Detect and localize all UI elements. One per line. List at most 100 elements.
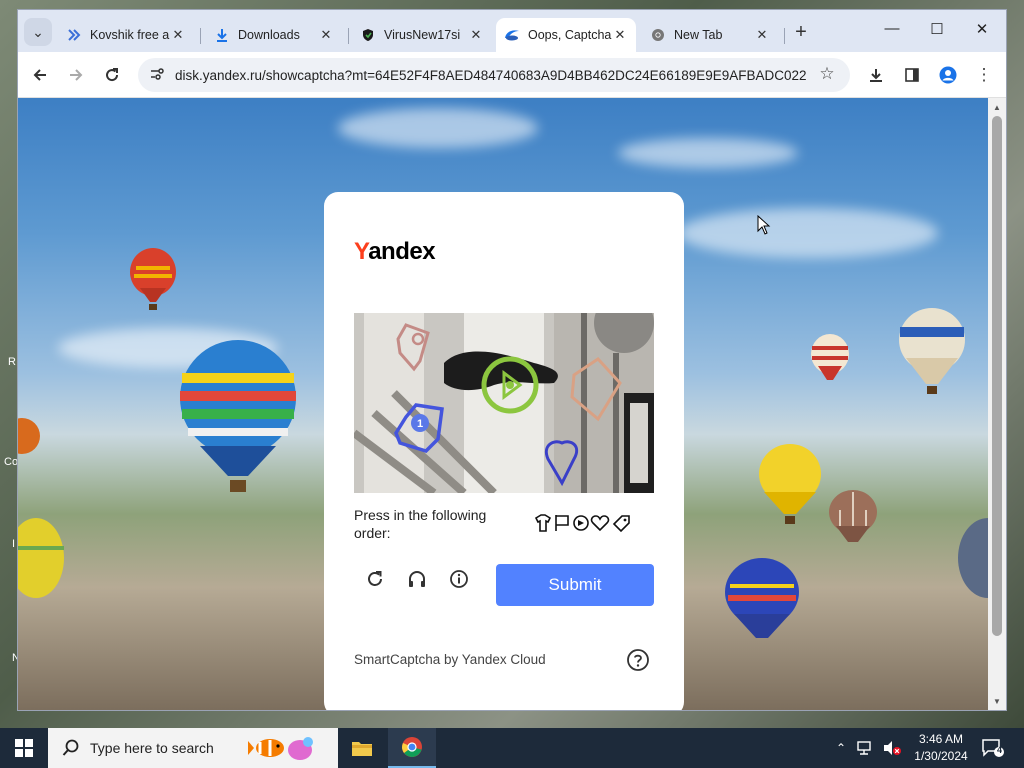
close-icon[interactable]: ✕: [468, 27, 484, 43]
audio-captcha-button[interactable]: [402, 564, 432, 594]
action-center-button[interactable]: 4: [982, 738, 1004, 758]
profile-button[interactable]: [935, 62, 961, 88]
order-badge-number: 1: [417, 418, 423, 430]
address-bar[interactable]: disk.yandex.ru/showcaptcha?mt=64E52F4F8A…: [138, 58, 850, 92]
captcha-card: Yandex 1 Press in the following order: S…: [324, 192, 684, 710]
tab-search-button[interactable]: ⌄: [24, 18, 52, 46]
submit-button[interactable]: Submit: [496, 564, 654, 606]
tab-virusnew[interactable]: VirusNew17si ✕: [352, 18, 492, 52]
tab-new-tab[interactable]: New Tab ✕: [642, 18, 778, 52]
close-icon[interactable]: ✕: [612, 27, 628, 43]
yandex-disk-icon: [504, 27, 520, 43]
side-panel-button[interactable]: [899, 62, 925, 88]
logo-letter: Y: [354, 238, 369, 265]
captcha-order-icons: [534, 512, 634, 534]
more-vertical-icon: ⋮: [975, 65, 993, 84]
forward-button[interactable]: [63, 62, 89, 88]
close-icon[interactable]: ✕: [318, 27, 334, 43]
clock-time: 3:46 AM: [918, 732, 964, 746]
close-icon[interactable]: ✕: [170, 27, 186, 43]
tab-title: Downloads: [238, 28, 300, 42]
windows-logo-icon: [15, 739, 33, 757]
tab-title: Oops, Captcha: [528, 28, 612, 42]
captcha-image[interactable]: 1: [354, 313, 654, 493]
refresh-captcha-button[interactable]: [360, 564, 390, 594]
help-icon: [627, 649, 649, 671]
heart-icon: [590, 515, 610, 532]
scroll-up-arrow[interactable]: ▲: [988, 100, 1006, 116]
yandex-logo: Yandex: [354, 238, 436, 266]
balloon-image: [759, 444, 821, 524]
download-icon: [214, 27, 230, 43]
tab-divider: [784, 28, 785, 44]
tab-title: VirusNew17si: [384, 28, 461, 42]
desktop-icon-label[interactable]: R: [8, 356, 16, 368]
start-button[interactable]: [0, 728, 48, 768]
notification-count: 4: [996, 745, 1002, 755]
desktop-icon-label[interactable]: I: [12, 538, 15, 550]
side-panel-icon: [905, 68, 919, 82]
logo-rest: andex: [368, 238, 436, 265]
scroll-down-arrow[interactable]: ▼: [988, 694, 1006, 710]
balloon-image: [130, 248, 176, 310]
page-viewport: Yandex 1 Press in the following order: S…: [18, 98, 988, 710]
tab-captcha[interactable]: Oops, Captcha ✕: [496, 18, 636, 52]
profile-icon: [939, 66, 957, 84]
maximize-button[interactable]: ☐: [917, 20, 957, 42]
desktop-icon-label[interactable]: Co: [4, 456, 18, 468]
balloon-image: [829, 490, 877, 542]
balloon-image: [725, 558, 799, 638]
site-settings-icon[interactable]: [148, 66, 166, 84]
volume-muted-icon: [884, 741, 902, 755]
balloon-image: [180, 340, 296, 492]
double-chevron-icon: [66, 27, 82, 43]
balloon-image: [18, 418, 40, 454]
info-button[interactable]: [444, 564, 474, 594]
forward-arrow-icon: [70, 69, 83, 81]
taskbar: Type here to search ⌃ 3:46 AM 1/30/2024 …: [0, 728, 1024, 768]
minimize-button[interactable]: —: [872, 20, 912, 42]
chrome-icon: [402, 737, 422, 757]
circle-dot-icon: [573, 515, 589, 531]
maximize-icon: ☐: [930, 21, 944, 38]
captcha-prompt: Press in the following order:: [354, 507, 487, 541]
bookmark-star-icon[interactable]: ☆: [816, 64, 838, 86]
balloon-image: [18, 518, 64, 598]
flag-icon: [555, 515, 569, 531]
tab-kovshik[interactable]: Kovshik free a ✕: [58, 18, 194, 52]
reload-icon: [106, 68, 119, 82]
close-icon[interactable]: ✕: [754, 27, 770, 43]
tab-strip: ⌄ Kovshik free a ✕ Downloads ✕ VirusNew1…: [18, 10, 1006, 52]
tab-divider: [348, 28, 349, 44]
close-window-button[interactable]: ✕: [962, 20, 1002, 42]
balloon-image: [899, 308, 965, 394]
back-button[interactable]: [27, 62, 53, 88]
reload-button[interactable]: [99, 62, 125, 88]
taskbar-clock[interactable]: 3:46 AM 1/30/2024: [908, 731, 974, 765]
cloud: [338, 108, 538, 148]
captcha-footer: SmartCaptcha by Yandex Cloud: [354, 652, 546, 667]
new-tab-button[interactable]: +: [790, 22, 812, 44]
help-button[interactable]: [626, 648, 650, 672]
clock-date: 1/30/2024: [914, 749, 968, 763]
tab-downloads[interactable]: Downloads ✕: [206, 18, 342, 52]
downloads-button[interactable]: [863, 62, 889, 88]
browser-menu-button[interactable]: ⋮: [971, 62, 997, 88]
tag-icon: [612, 515, 630, 533]
headphones-icon: [409, 571, 425, 587]
chevron-up-icon[interactable]: ⌃: [836, 741, 846, 755]
chrome-taskbar-button[interactable]: [388, 728, 436, 768]
file-explorer-taskbar-button[interactable]: [338, 728, 386, 768]
tab-title: New Tab: [674, 28, 723, 42]
scrollbar-thumb[interactable]: [992, 116, 1002, 636]
chrome-icon: [650, 27, 666, 43]
balloon-image: [958, 518, 988, 598]
url-text[interactable]: disk.yandex.ru/showcaptcha?mt=64E52F4F8A…: [175, 68, 807, 83]
folder-icon: [352, 742, 372, 756]
refresh-icon: [368, 571, 382, 586]
close-icon: ✕: [975, 21, 989, 38]
tab-title: Kovshik free a: [90, 28, 170, 42]
browser-toolbar: disk.yandex.ru/showcaptcha?mt=64E52F4F8A…: [18, 52, 1006, 98]
cloud: [618, 138, 798, 168]
taskbar-search-box[interactable]: Type here to search: [48, 728, 338, 768]
